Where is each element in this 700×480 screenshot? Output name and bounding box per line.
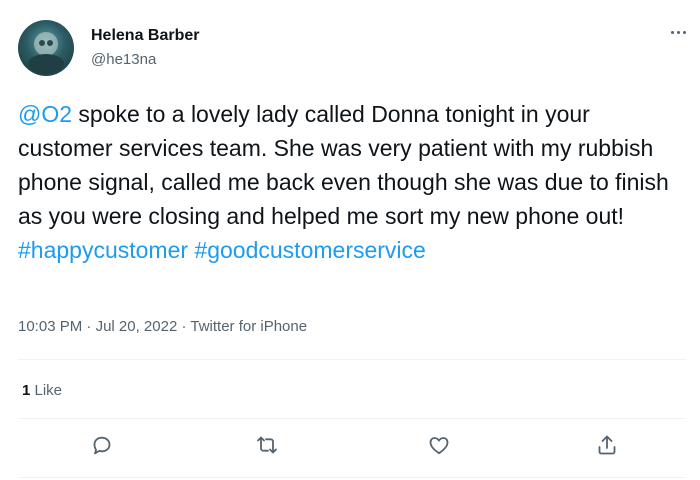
hashtag-link[interactable]: #goodcustomerservice [194, 237, 425, 263]
tweet-text: @O2 spoke to a lovely lady called Donna … [18, 97, 686, 267]
tweet-time[interactable]: 10:03 PM [18, 318, 82, 335]
like-count-label: Like [30, 382, 63, 399]
divider [18, 477, 686, 478]
author-display-name[interactable]: Helena Barber [91, 27, 200, 45]
like-count[interactable]: 1 Like [22, 382, 62, 399]
tweet-body: spoke to a lovely lady called Donna toni… [18, 101, 669, 229]
avatar[interactable] [18, 20, 74, 76]
author-handle[interactable]: @he13na [91, 51, 156, 68]
share-button[interactable] [587, 425, 627, 465]
reply-icon [93, 436, 111, 455]
hashtag-link[interactable]: #happycustomer [18, 237, 188, 263]
meta-separator: · [82, 318, 96, 335]
tweet-date[interactable]: Jul 20, 2022 [96, 318, 178, 335]
avatar-image [28, 32, 64, 74]
more-options-icon[interactable] [666, 22, 690, 42]
divider [18, 359, 686, 360]
mention-link[interactable]: @O2 [18, 101, 72, 127]
reply-button[interactable] [82, 425, 122, 465]
tweet-source: Twitter for iPhone [190, 318, 308, 335]
retweet-icon [257, 436, 277, 454]
like-icon [429, 437, 449, 455]
action-bar [0, 425, 700, 477]
like-button[interactable] [419, 425, 459, 465]
divider [18, 418, 686, 419]
share-icon [598, 435, 616, 455]
meta-separator: · [177, 318, 191, 335]
tweet-meta: 10:03 PM · Jul 20, 2022 · Twitter for iP… [18, 318, 307, 335]
retweet-button[interactable] [247, 425, 287, 465]
